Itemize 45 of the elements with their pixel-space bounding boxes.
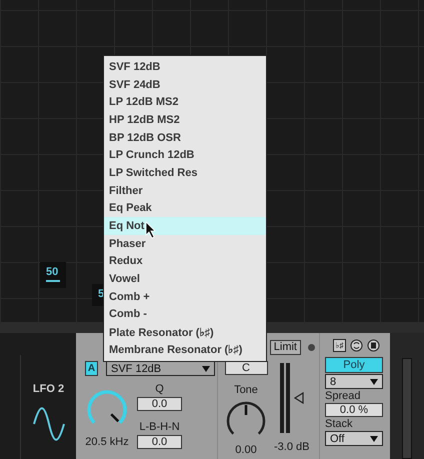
menu-item[interactable]: Phaser xyxy=(104,234,266,253)
sine-wave-icon xyxy=(32,407,66,441)
menu-item[interactable]: Membrane Resonator (♭♯) xyxy=(104,341,266,359)
menu-item[interactable]: SVF 12dB xyxy=(104,58,266,76)
mouse-cursor-icon xyxy=(145,221,158,240)
limit-button[interactable]: Limit xyxy=(270,340,301,354)
level-meter xyxy=(280,363,290,433)
menu-item[interactable]: Eq Peak xyxy=(104,200,266,218)
volume-value: -3.0 dB xyxy=(274,441,310,453)
mpe-toggle[interactable]: ♭♯ xyxy=(333,338,346,352)
menu-item[interactable]: LP Crunch 12dB xyxy=(104,146,266,164)
scroll-bar[interactable] xyxy=(402,358,412,459)
spread-field[interactable]: 0.0 % xyxy=(325,403,383,417)
triangle-icon[interactable] xyxy=(294,392,304,404)
menu-item[interactable]: BP 12dB OSR xyxy=(104,128,266,146)
caret-icon xyxy=(370,378,378,384)
key-field[interactable]: C xyxy=(224,361,268,375)
menu-item[interactable]: Plate Resonator (♭♯) xyxy=(104,323,266,341)
voice-count-dropdown[interactable]: 8 xyxy=(325,374,383,389)
menu-item[interactable]: Comb - xyxy=(104,306,266,324)
caret-icon xyxy=(370,436,378,442)
filter-toggle[interactable]: A xyxy=(85,361,98,376)
menu-item[interactable]: SVF 24dB xyxy=(104,76,266,94)
stack-label: Stack xyxy=(325,418,353,430)
q-label: Q xyxy=(155,383,164,395)
caret-icon xyxy=(202,366,210,372)
menu-item[interactable]: Redux xyxy=(104,252,266,270)
menu-item[interactable]: LP 12dB MS2 xyxy=(104,93,266,112)
stack-dropdown[interactable]: Off xyxy=(325,431,383,446)
indicator-light xyxy=(308,344,315,350)
filter-type-dropdown[interactable]: SVF 12dB xyxy=(106,361,215,376)
spread-label: Spread xyxy=(325,390,360,402)
q-value-field[interactable]: 0.0 xyxy=(137,397,182,411)
menu-item[interactable]: LP Switched Res xyxy=(104,164,266,182)
save-icon[interactable] xyxy=(367,338,380,352)
menu-item[interactable]: Filther xyxy=(104,182,266,200)
tone-label: Tone xyxy=(234,384,258,396)
menu-item[interactable]: HP 12dB MS2 xyxy=(104,111,266,129)
clip-label[interactable]: 50 xyxy=(40,262,66,288)
lfo-title: LFO 2 xyxy=(32,383,64,395)
morph-label: L-B-H-N xyxy=(139,421,180,433)
tone-value: 0.00 xyxy=(235,444,257,456)
morph-value-field[interactable]: 0.0 xyxy=(137,435,182,449)
poly-button[interactable]: Poly xyxy=(325,357,383,373)
frequency-value: 20.5 kHz xyxy=(85,436,129,448)
